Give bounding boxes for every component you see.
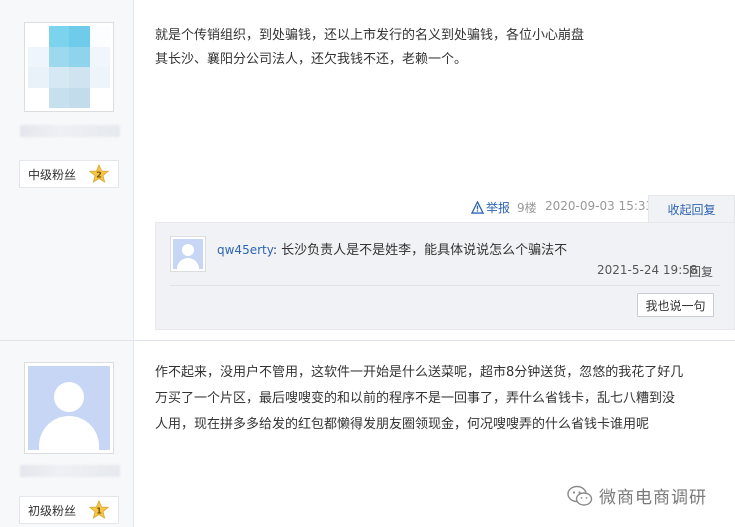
post-date: 2020-09-03 15:33: [545, 199, 654, 213]
post-content: 作不起来，没用户不管用，这软件一开始是什么送菜呢，超市8分钟送货，忽悠的我花了好…: [155, 360, 725, 438]
author-avatar[interactable]: [24, 22, 114, 112]
reply-username[interactable]: qw45erty: [217, 243, 273, 257]
svg-text:1: 1: [96, 507, 102, 516]
report-label: 举报: [486, 201, 511, 215]
reply-date: 2021-5-24 19:58: [597, 263, 698, 277]
default-user-icon: [28, 366, 110, 450]
floor-number: 9楼: [517, 201, 537, 215]
level-star-icon: 2: [88, 163, 110, 184]
post-content-line: 作不起来，没用户不管用，这软件一开始是什么送菜呢，超市8分钟送货，忽悠的我花了好…: [155, 365, 684, 380]
post-content-line: 就是个传销组织，到处骗钱，还以上市发行的名义到处骗钱，各位小心崩盘: [155, 28, 585, 43]
report-link[interactable]: 举报: [471, 199, 510, 216]
fan-level-label: 中级粉丝: [28, 167, 77, 182]
post-content-line: 其长沙、襄阳分公司法人，还欠我钱不还，老赖一个。: [155, 52, 468, 67]
reply-item: qw45erty: 长沙负责人是不是姓李，能具体说说怎么个骗法不: [217, 239, 567, 258]
default-user-icon: [173, 239, 203, 269]
fan-level-badge: 中级粉丝 2: [19, 160, 119, 188]
post-content: 就是个传销组织，到处骗钱，还以上市发行的名义到处骗钱，各位小心崩盘 其长沙、襄阳…: [155, 24, 715, 72]
wechat-watermark: 微商电商调研: [567, 483, 707, 508]
fan-level-label: 初级粉丝: [28, 503, 77, 518]
pixelated-avatar-image: [28, 26, 110, 108]
watermark-text: 微商电商调研: [599, 488, 707, 508]
blurred-username: [20, 465, 120, 477]
fan-level-badge: 初级粉丝 1: [19, 496, 119, 524]
collapse-replies-button[interactable]: 收起回复: [648, 195, 735, 223]
svg-text:2: 2: [96, 171, 102, 180]
reply-text: 长沙负责人是不是姓李，能具体说说怎么个骗法不: [277, 243, 568, 258]
warning-icon: [471, 201, 484, 214]
reply-action-link[interactable]: 回复: [689, 263, 713, 280]
post-content-line: 人用，现在拼多多给发的红包都懒得发朋友圈领现金，何况嗖嗖弄的什么省钱卡谁用呢: [155, 417, 650, 432]
post-content-line: 万买了一个片区，最后嗖嗖变的和以前的程序不是一回事了，弄什么省钱卡，乱七八糟到没: [155, 391, 676, 406]
author-avatar[interactable]: [24, 362, 114, 454]
reply-divider: [170, 285, 720, 286]
post-meta-bar: 举报 9楼 2020-09-03 15:33 收起回复: [0, 195, 735, 223]
level-star-icon: 1: [88, 499, 110, 520]
reply-section: qw45erty: 长沙负责人是不是姓李，能具体说说怎么个骗法不 2021-5-…: [155, 222, 735, 330]
reply-avatar[interactable]: [170, 236, 206, 272]
say-something-button[interactable]: 我也说一句: [637, 293, 714, 317]
blurred-username: [20, 125, 120, 137]
wechat-icon: [567, 485, 593, 506]
post-divider: [0, 340, 735, 341]
